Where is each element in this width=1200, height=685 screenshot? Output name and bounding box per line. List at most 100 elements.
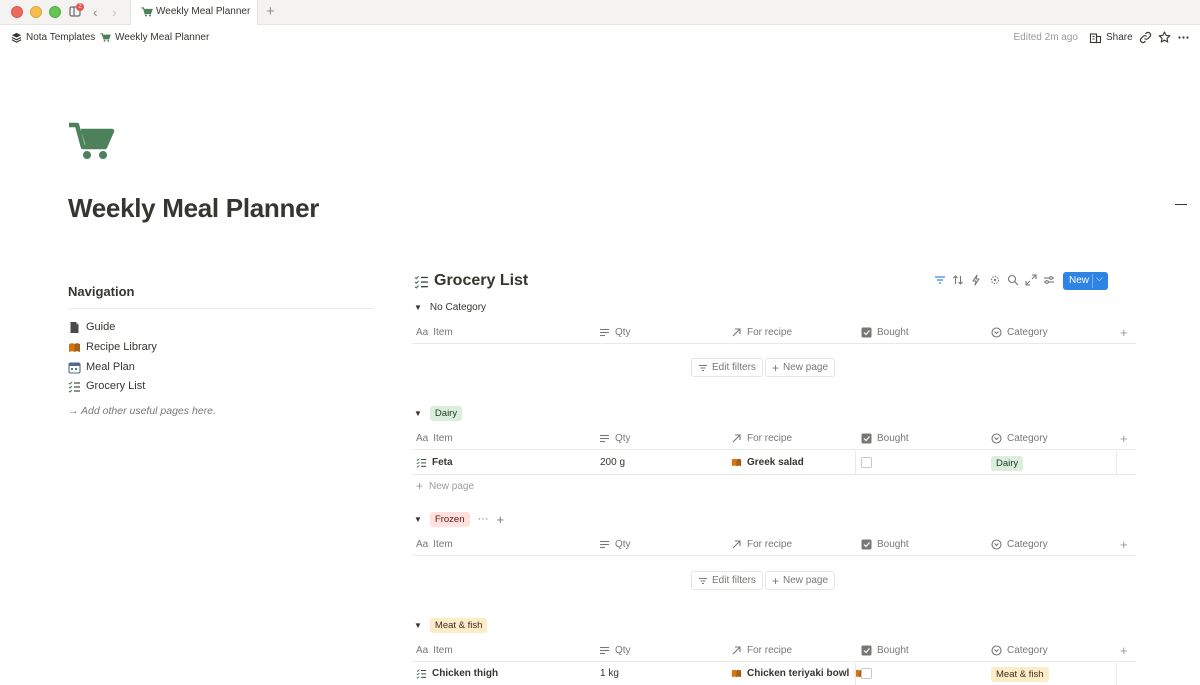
outline-toggle-icon[interactable] xyxy=(1175,204,1187,205)
cell-category[interactable]: Dairy xyxy=(991,456,1024,471)
column-header-for-recipe[interactable]: For recipe xyxy=(731,645,792,656)
new-tab-button[interactable]: + xyxy=(266,3,275,20)
cell-item[interactable]: Chicken thigh xyxy=(416,668,498,679)
recipe-link: Chicken teriyaki bowl xyxy=(747,668,850,679)
column-header-bought[interactable]: Bought xyxy=(861,645,909,656)
star-icon[interactable] xyxy=(1158,31,1171,44)
search-icon[interactable] xyxy=(1007,274,1019,286)
group-header-no-category[interactable]: ▼ No Category xyxy=(414,299,486,315)
bought-checkbox[interactable] xyxy=(861,668,872,679)
new-page-row[interactable]: + New page xyxy=(416,478,474,494)
group-header-dairy[interactable]: ▼ Dairy xyxy=(414,405,463,421)
plus-icon[interactable]: + xyxy=(497,512,505,527)
column-header-category[interactable]: Category xyxy=(991,539,1048,550)
settings-sliders-icon[interactable] xyxy=(1043,274,1055,286)
column-header-bought[interactable]: Bought xyxy=(861,433,909,444)
nav-link-recipe-library[interactable]: Recipe Library xyxy=(68,338,157,356)
table-row[interactable]: Chicken thigh 1 kg Chicken teriyaki bowl… xyxy=(412,663,1136,685)
column-header-qty[interactable]: Qty xyxy=(599,645,631,656)
share-button[interactable]: Share xyxy=(1089,31,1133,44)
edit-filters-button[interactable]: Edit filters xyxy=(691,358,763,377)
column-header-item[interactable]: Aa Item xyxy=(416,645,453,656)
ai-sparkle-icon[interactable] xyxy=(989,274,1001,286)
column-header-category[interactable]: Category xyxy=(991,645,1048,656)
column-header-qty[interactable]: Qty xyxy=(599,433,631,444)
nav-link-label: Grocery List xyxy=(86,380,146,392)
expand-icon[interactable] xyxy=(1025,274,1037,286)
caret-down-icon[interactable]: ▼ xyxy=(414,621,422,630)
column-header-item[interactable]: Aa Item xyxy=(416,539,453,550)
cell-for-recipe[interactable]: Greek salad xyxy=(731,457,804,468)
column-header-qty[interactable]: Qty xyxy=(599,539,631,550)
text-property-icon: Aa xyxy=(416,645,429,656)
cell-for-recipe[interactable]: Chicken teriyaki bowl xyxy=(731,668,865,679)
sort-icon[interactable] xyxy=(952,274,964,286)
group-header-frozen[interactable]: ▼ Frozen ··· + xyxy=(414,511,504,527)
divider xyxy=(68,308,373,309)
add-property-button[interactable]: + xyxy=(1120,325,1128,340)
cell-item[interactable]: Feta xyxy=(416,457,453,468)
automation-bolt-icon[interactable] xyxy=(970,274,982,286)
table-row[interactable]: Feta 200 g Greek salad Dairy xyxy=(412,451,1136,475)
tab-weekly-meal-planner[interactable]: Weekly Meal Planner xyxy=(130,0,258,25)
cell-qty[interactable]: 1 kg xyxy=(600,668,619,679)
minimize-window-button[interactable] xyxy=(30,6,42,18)
nav-link-meal-plan[interactable]: Meal Plan xyxy=(68,358,135,376)
link-icon[interactable] xyxy=(1139,31,1152,44)
cell-category[interactable]: Meat & fish xyxy=(991,667,1049,682)
bought-checkbox[interactable] xyxy=(861,457,872,468)
close-window-button[interactable] xyxy=(11,6,23,18)
breadcrumb-page[interactable]: Weekly Meal Planner xyxy=(100,32,209,43)
add-property-button[interactable]: + xyxy=(1120,537,1128,552)
column-header-row: Aa Item Qty For recipe Bought Category + xyxy=(412,428,1136,450)
maximize-window-button[interactable] xyxy=(49,6,61,18)
column-label: Bought xyxy=(877,645,909,656)
nav-link-label: Guide xyxy=(86,321,116,333)
more-icon[interactable]: ··· xyxy=(478,513,489,525)
caret-down-icon[interactable]: ▼ xyxy=(414,303,422,312)
column-header-category[interactable]: Category xyxy=(991,327,1048,338)
more-icon[interactable] xyxy=(1177,31,1190,44)
new-entry-button[interactable]: New ⌵ xyxy=(1063,272,1108,290)
new-page-button[interactable]: + New page xyxy=(765,358,836,377)
checklist-icon xyxy=(416,669,427,679)
nav-link-guide[interactable]: Guide xyxy=(68,318,115,336)
nav-link-grocery-list[interactable]: Grocery List xyxy=(68,377,145,395)
database-title[interactable]: Grocery List xyxy=(414,272,528,290)
column-header-category[interactable]: Category xyxy=(991,433,1048,444)
column-label: Bought xyxy=(877,539,909,550)
new-page-button[interactable]: + New page xyxy=(765,571,836,590)
group-header-meat-fish[interactable]: ▼ Meat & fish xyxy=(414,617,488,633)
column-label: Category xyxy=(1007,539,1048,550)
navigation-note: → Add other useful pages here. xyxy=(68,405,216,417)
column-header-bought[interactable]: Bought xyxy=(861,327,909,338)
shopping-cart-icon[interactable] xyxy=(68,121,116,161)
column-header-for-recipe[interactable]: For recipe xyxy=(731,539,792,550)
column-header-for-recipe[interactable]: For recipe xyxy=(731,433,792,444)
column-header-bought[interactable]: Bought xyxy=(861,539,909,550)
add-property-button[interactable]: + xyxy=(1120,431,1128,446)
navigation-heading: Navigation xyxy=(68,284,135,299)
relation-arrow-icon xyxy=(732,540,741,549)
column-label: For recipe xyxy=(747,539,793,550)
column-header-item[interactable]: Aa Item xyxy=(416,327,453,338)
column-header-item[interactable]: Aa Item xyxy=(416,433,453,444)
back-arrow-icon[interactable]: ‹ xyxy=(93,4,98,20)
page-title[interactable]: Weekly Meal Planner xyxy=(68,193,319,224)
chevron-down-icon[interactable]: ⌵ xyxy=(1096,273,1103,284)
relation-arrow-icon xyxy=(732,434,741,443)
add-property-button[interactable]: + xyxy=(1120,643,1128,658)
stack-icon xyxy=(11,32,22,43)
column-header-qty[interactable]: Qty xyxy=(599,327,631,338)
filter-icon[interactable] xyxy=(934,274,946,286)
cell-qty[interactable]: 200 g xyxy=(600,457,625,468)
notification-badge: 2 xyxy=(76,3,84,11)
caret-down-icon[interactable]: ▼ xyxy=(414,409,422,418)
checklist-icon xyxy=(414,275,428,289)
caret-down-icon[interactable]: ▼ xyxy=(414,515,422,524)
column-label: For recipe xyxy=(747,645,793,656)
forward-arrow-icon[interactable]: › xyxy=(112,4,117,20)
edit-filters-button[interactable]: Edit filters xyxy=(691,571,763,590)
breadcrumb-workspace[interactable]: Nota Templates xyxy=(11,32,95,43)
column-header-for-recipe[interactable]: For recipe xyxy=(731,327,792,338)
